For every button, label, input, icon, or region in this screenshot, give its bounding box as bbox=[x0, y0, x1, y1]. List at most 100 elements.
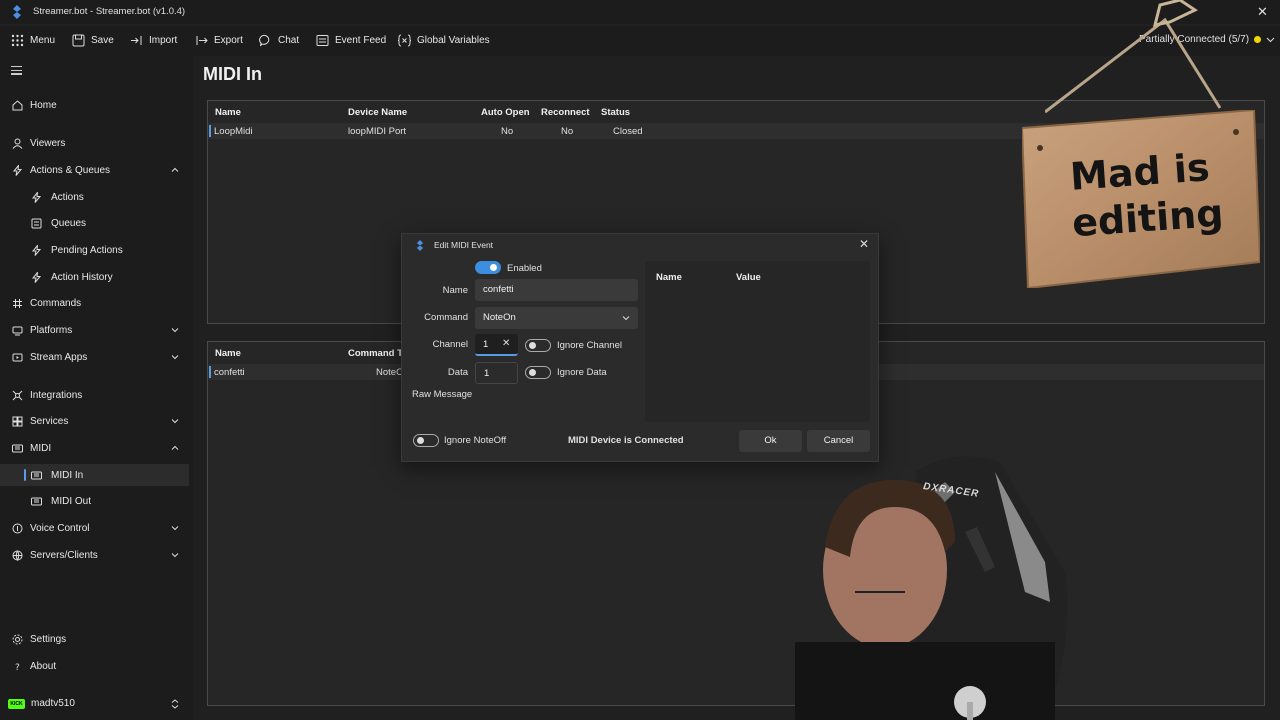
column-header[interactable]: Auto Open bbox=[481, 107, 530, 118]
ignore-channel-label: Ignore Channel bbox=[557, 340, 622, 351]
column-header[interactable]: Name bbox=[656, 272, 682, 283]
ignore-noteoff-label: Ignore NoteOff bbox=[444, 435, 507, 446]
sidebar-item-servers-clients[interactable]: Servers/Clients bbox=[0, 544, 189, 566]
sidebar-item-queues[interactable]: Queues bbox=[0, 212, 189, 234]
sidebar-item-midi-out[interactable]: MIDI Out bbox=[0, 490, 189, 512]
command-select[interactable]: NoteOn bbox=[475, 307, 638, 329]
app-logo-icon bbox=[13, 5, 21, 19]
chevron-down-icon bbox=[1266, 37, 1275, 43]
chevron-down-icon bbox=[622, 316, 630, 321]
sidebar-item-stream-apps[interactable]: Stream Apps bbox=[0, 346, 189, 368]
channel-input[interactable]: 1 ✕ bbox=[475, 334, 518, 356]
chat-button[interactable]: Chat bbox=[259, 34, 299, 47]
history-icon bbox=[31, 271, 42, 283]
cell-name: LoopMidi bbox=[214, 126, 253, 137]
column-header[interactable]: Reconnect bbox=[541, 107, 590, 118]
bolt-icon bbox=[31, 191, 42, 203]
sidebar-item-home[interactable]: Home bbox=[0, 94, 189, 116]
command-value: NoteOn bbox=[483, 312, 516, 323]
column-header[interactable]: Command T bbox=[348, 348, 403, 359]
sidebar-item-platforms[interactable]: Platforms bbox=[0, 319, 189, 341]
channel-value: 1 bbox=[483, 339, 489, 350]
sidebar-item-actions[interactable]: Actions bbox=[0, 186, 189, 208]
sidebar-item-midi-in[interactable]: MIDI In bbox=[0, 464, 189, 486]
cell-name: confetti bbox=[214, 367, 245, 378]
event-feed-icon bbox=[316, 35, 329, 46]
clear-icon[interactable]: ✕ bbox=[502, 338, 510, 349]
sidebar-label: Stream Apps bbox=[30, 351, 88, 363]
column-header[interactable]: Value bbox=[736, 272, 761, 283]
save-icon bbox=[72, 34, 85, 47]
properties-table: Name Value bbox=[645, 261, 870, 422]
save-button[interactable]: Save bbox=[72, 34, 114, 47]
menu-button[interactable]: Menu bbox=[11, 34, 55, 47]
global-variables-icon bbox=[398, 34, 411, 47]
name-label: Name bbox=[442, 285, 468, 296]
voice-icon bbox=[12, 523, 23, 533]
page-title: MIDI In bbox=[203, 64, 262, 84]
about-icon: ? bbox=[15, 663, 20, 672]
close-icon[interactable]: ✕ bbox=[859, 237, 869, 251]
raw-message-label: Raw Message bbox=[412, 389, 473, 400]
servers-icon bbox=[12, 550, 23, 561]
sidebar-item-viewers[interactable]: Viewers bbox=[0, 132, 189, 154]
bolt-icon bbox=[12, 164, 23, 176]
ignore-channel-toggle[interactable] bbox=[525, 339, 551, 352]
data-label: Data bbox=[447, 367, 468, 378]
sidebar-item-voice-control[interactable]: Voice Control bbox=[0, 517, 189, 539]
sidebar-item-action-history[interactable]: Action History bbox=[0, 266, 189, 288]
column-header[interactable]: Name bbox=[215, 348, 241, 359]
data-input[interactable]: 1 bbox=[475, 362, 518, 384]
ignore-noteoff-toggle[interactable] bbox=[413, 434, 439, 447]
sidebar-label: Queues bbox=[51, 217, 87, 229]
cell-status: Closed bbox=[613, 126, 643, 137]
cancel-button[interactable]: Cancel bbox=[807, 430, 870, 452]
sidebar-item-services[interactable]: Services bbox=[0, 410, 189, 432]
commands-icon bbox=[13, 298, 22, 308]
mad-is-editing-sign: Mad is editing bbox=[1020, 108, 1262, 290]
export-button[interactable]: Export bbox=[195, 34, 243, 47]
chat-label: Chat bbox=[278, 35, 300, 46]
viewers-icon bbox=[12, 138, 23, 149]
sidebar-item-about[interactable]: ? About bbox=[0, 655, 189, 677]
settings-icon bbox=[12, 634, 23, 644]
dialog-title: Edit MIDI Event bbox=[434, 240, 494, 250]
sidebar-item-commands[interactable]: Commands bbox=[0, 292, 189, 314]
column-header[interactable]: Status bbox=[601, 107, 630, 118]
enabled-toggle[interactable] bbox=[475, 261, 501, 274]
import-icon bbox=[131, 36, 142, 45]
sidebar-item-pending-actions[interactable]: Pending Actions bbox=[0, 239, 189, 261]
sidebar-label: MIDI Out bbox=[51, 495, 92, 507]
stream-apps-icon bbox=[12, 353, 23, 361]
event-feed-label: Event Feed bbox=[335, 35, 387, 46]
close-window-button[interactable]: ✕ bbox=[1257, 4, 1268, 20]
user-account[interactable]: KICK madtv510 bbox=[8, 698, 179, 709]
edit-midi-event-dialog: Edit MIDI Event ✕ Enabled Name confetti … bbox=[401, 233, 879, 462]
export-icon bbox=[196, 36, 208, 45]
sidebar-label: MIDI bbox=[30, 442, 52, 454]
sidebar-item-integrations[interactable]: Integrations bbox=[0, 384, 189, 406]
services-icon bbox=[12, 416, 23, 426]
sidebar-item-actions-queues[interactable]: Actions & Queues bbox=[0, 159, 189, 181]
import-button[interactable]: Import bbox=[130, 34, 177, 47]
name-input[interactable]: confetti bbox=[475, 279, 638, 301]
column-header[interactable]: Name bbox=[215, 107, 241, 118]
chevron-down-icon bbox=[171, 553, 179, 558]
global-variables-button[interactable]: Global Variables bbox=[398, 34, 490, 47]
hamburger-menu-icon[interactable] bbox=[11, 66, 22, 77]
ok-button[interactable]: Ok bbox=[739, 430, 802, 452]
connection-status-text: MIDI Device is Connected bbox=[568, 435, 684, 446]
svg-text:?: ? bbox=[15, 663, 20, 672]
sidebar-item-settings[interactable]: Settings bbox=[0, 628, 189, 650]
midi-icon bbox=[31, 471, 42, 479]
integrations-icon bbox=[12, 390, 23, 400]
menu-grid-icon bbox=[11, 34, 24, 47]
pending-icon bbox=[31, 244, 42, 256]
chevron-down-icon bbox=[171, 328, 179, 333]
chevron-updown-icon bbox=[171, 698, 179, 709]
event-feed-button[interactable]: Event Feed bbox=[316, 34, 386, 47]
ignore-data-toggle[interactable] bbox=[525, 366, 551, 379]
chevron-down-icon bbox=[171, 355, 179, 360]
sidebar-item-midi[interactable]: MIDI bbox=[0, 437, 189, 459]
column-header[interactable]: Device Name bbox=[348, 107, 407, 118]
